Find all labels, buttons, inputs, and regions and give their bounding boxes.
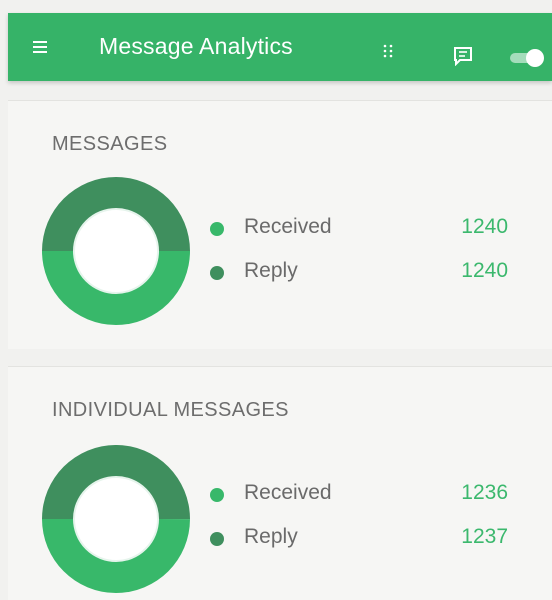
- chat-icon[interactable]: [452, 46, 476, 66]
- reply-dot-icon: [210, 266, 224, 280]
- card-title: INDIVIDUAL MESSAGES: [52, 399, 289, 421]
- card-title: MESSAGES: [52, 133, 168, 155]
- donut-hole: [73, 208, 159, 294]
- grid-icon[interactable]: [380, 44, 396, 58]
- menu-icon[interactable]: [30, 38, 50, 56]
- legend-label: Received: [244, 481, 332, 504]
- legend-label: Reply: [244, 259, 298, 282]
- received-dot-icon: [210, 488, 224, 502]
- individual-messages-card: INDIVIDUAL MESSAGES Received 1236 Reply …: [8, 366, 552, 600]
- toggle-switch[interactable]: [508, 48, 544, 68]
- app-bar: Message Analytics: [8, 13, 552, 81]
- page-title: Message Analytics: [99, 33, 293, 59]
- legend-value: 1240: [461, 215, 508, 238]
- legend-value: 1236: [461, 481, 508, 504]
- legend-row-received: Received 1236: [204, 481, 514, 511]
- reply-dot-icon: [210, 532, 224, 546]
- legend-value: 1240: [461, 259, 508, 282]
- individual-messages-donut-chart: [42, 445, 190, 593]
- legend-label: Received: [244, 215, 332, 238]
- legend-value: 1237: [461, 525, 508, 548]
- legend-row-reply: Reply 1237: [204, 525, 514, 555]
- messages-card: MESSAGES Received 1240 Reply 1240: [8, 100, 552, 349]
- received-dot-icon: [210, 222, 224, 236]
- legend-label: Reply: [244, 525, 298, 548]
- legend-row-reply: Reply 1240: [204, 259, 514, 289]
- donut-hole: [73, 476, 159, 562]
- messages-donut-chart: [42, 177, 190, 325]
- legend-row-received: Received 1240: [204, 215, 514, 245]
